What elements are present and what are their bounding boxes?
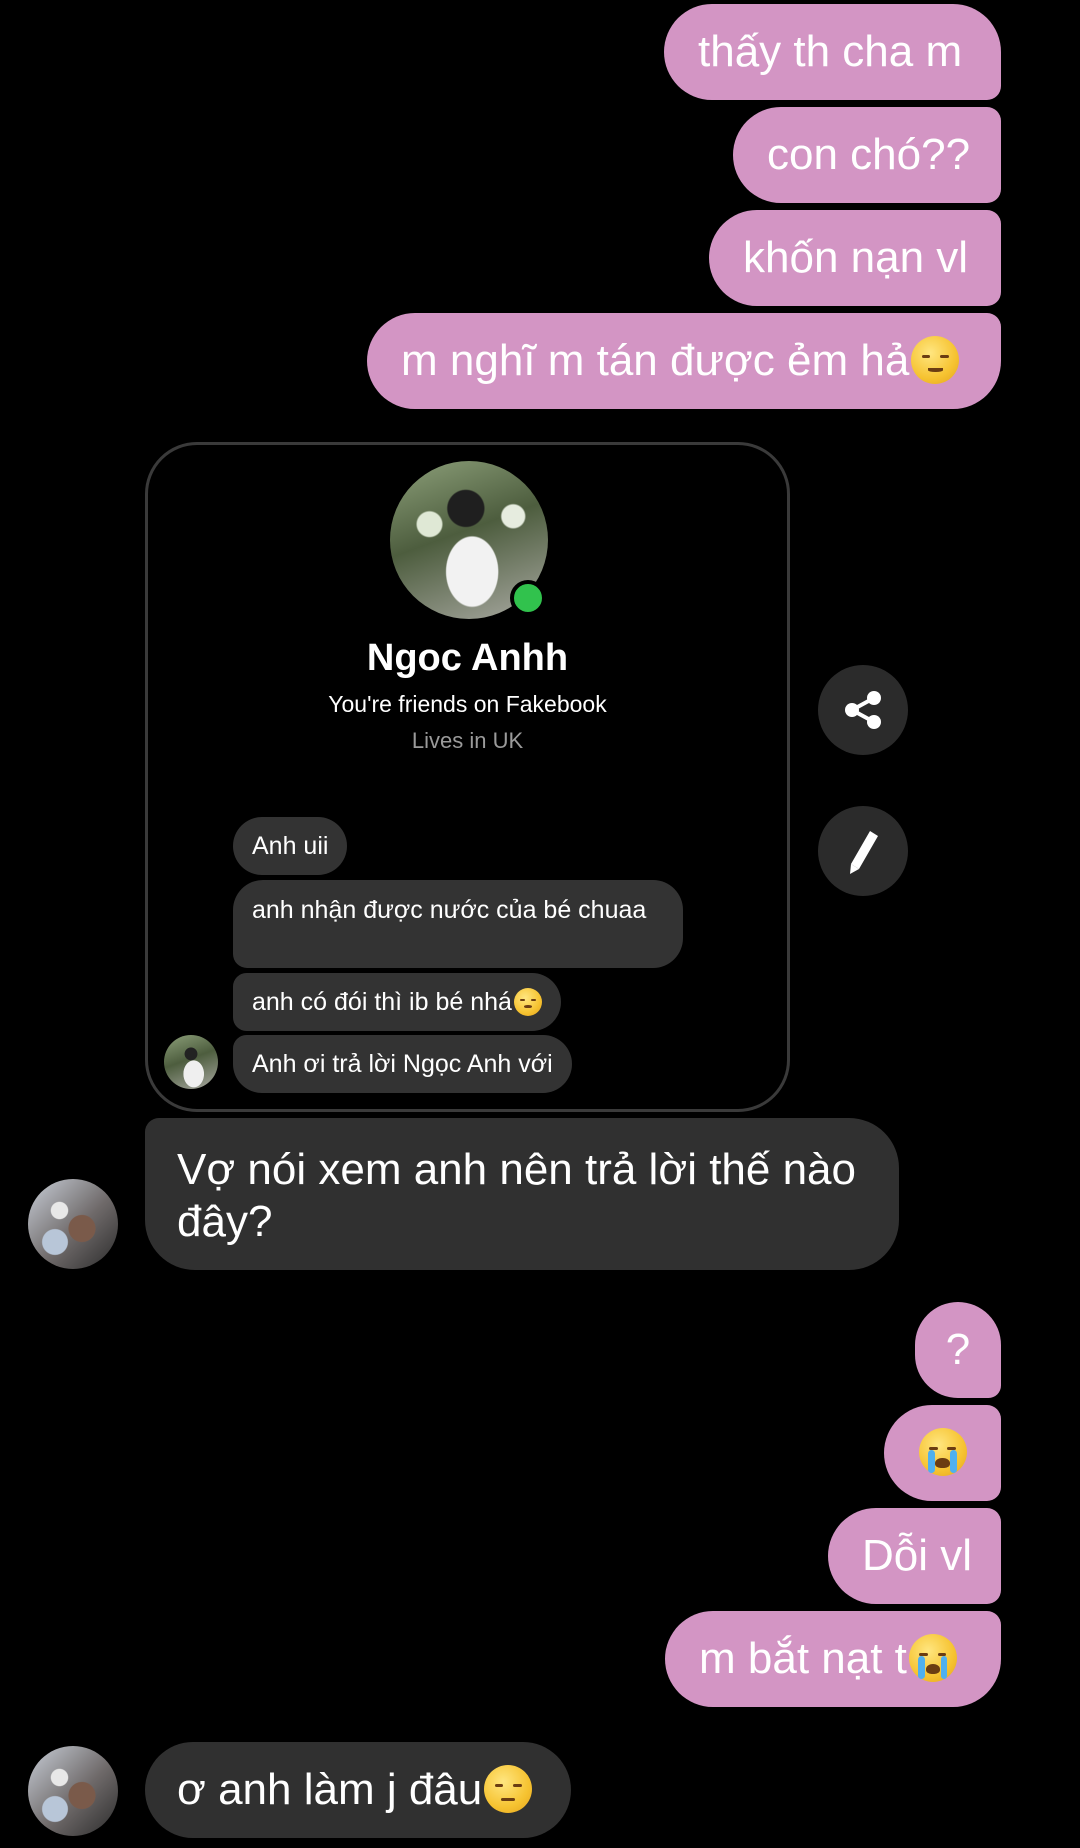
edit-button[interactable]	[818, 806, 908, 896]
outgoing-message[interactable]: m bắt nạt t	[665, 1611, 1001, 1707]
outgoing-message[interactable]: ?	[915, 1302, 1001, 1398]
contact-avatar[interactable]	[28, 1746, 118, 1836]
share-button[interactable]	[818, 665, 908, 755]
message-text: ơ anh làm j đâu	[177, 1765, 483, 1814]
outgoing-message[interactable]: Dỗi vl	[828, 1508, 1001, 1604]
message-text: m nghĩ m tán được ẻm hả	[401, 336, 910, 385]
card-message: anh có đói thì ib bé nhá	[233, 973, 561, 1031]
relieved-face-emoji	[911, 336, 960, 384]
card-message-text: anh có đói thì ib bé nhá	[252, 988, 512, 1016]
profile-location: Lives in UK	[411, 728, 524, 753]
shared-profile-card[interactable]: Ngoc Anhh You're friends on Fakebook Liv…	[145, 442, 790, 1112]
incoming-message[interactable]: ơ anh làm j đâu	[145, 1742, 571, 1838]
sender-avatar	[164, 1035, 218, 1089]
share-icon	[845, 691, 881, 729]
online-status-dot	[510, 580, 546, 616]
contact-avatar[interactable]	[28, 1179, 118, 1269]
outgoing-message[interactable]: thấy th cha m	[664, 4, 1001, 100]
persevering-face-emoji	[484, 1765, 533, 1813]
outgoing-message[interactable]: khốn nạn vl	[709, 210, 1001, 306]
pencil-icon	[850, 831, 878, 874]
outgoing-message[interactable]: con chó??	[733, 107, 1001, 203]
loudly-crying-face-emoji	[918, 1428, 967, 1476]
card-message: Anh ơi trả lời Ngọc Anh với	[233, 1035, 572, 1093]
profile-name: Ngoc Anhh	[366, 637, 569, 679]
pleading-face-emoji	[513, 988, 542, 1016]
outgoing-message[interactable]	[884, 1405, 1001, 1501]
message-text: m bắt nạt t	[699, 1634, 907, 1683]
outgoing-message[interactable]: m nghĩ m tán được ẻm hả	[367, 313, 1001, 409]
loudly-crying-face-emoji	[908, 1634, 957, 1682]
friends-status: You're friends on Fakebook	[328, 691, 607, 717]
incoming-message[interactable]: Vợ nói xem anh nên trả lời thế nào đây?	[145, 1118, 899, 1270]
card-message: anh nhận được nước của bé chuaa	[233, 880, 683, 968]
card-message: Anh uii	[233, 817, 348, 875]
